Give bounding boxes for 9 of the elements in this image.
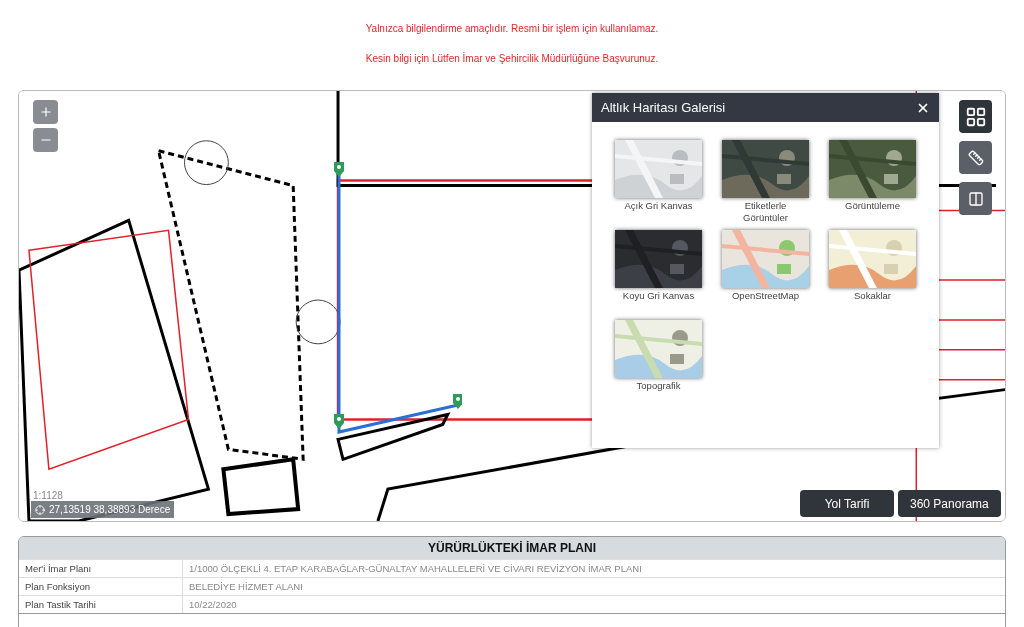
table-cell-text: 1/1000 ÖLÇEKLİ 4. ETAP KARABAĞLAR-GÜNALTAY MAHALLELERİ VE CİVARI REVİZYON İMAR PLANI <box>188 562 643 576</box>
table-title: YÜRÜRLÜKTEKİ İMAR PLANI <box>428 540 596 557</box>
table-cell: Mer'i İmar Planı <box>19 560 183 577</box>
table-cell-text: BELEDİYE HİZMET ALANI <box>188 580 304 594</box>
table-cell: Plan Tastik Tarihi <box>19 596 183 613</box>
disclaimer-text: Yalnızca bilgilendirme amaçlıdır. Resmi bir işlem için kullanılamaz. <box>365 22 659 36</box>
table-cell-text: 10/22/2020 <box>188 598 238 612</box>
disclaimer-text: Kesin bilgi için Lütfen İmar ve Şehircilik Müdürlüğüne Başvurunuz. <box>365 52 659 66</box>
table-cell: Plan Fonksiyon <box>19 578 183 595</box>
